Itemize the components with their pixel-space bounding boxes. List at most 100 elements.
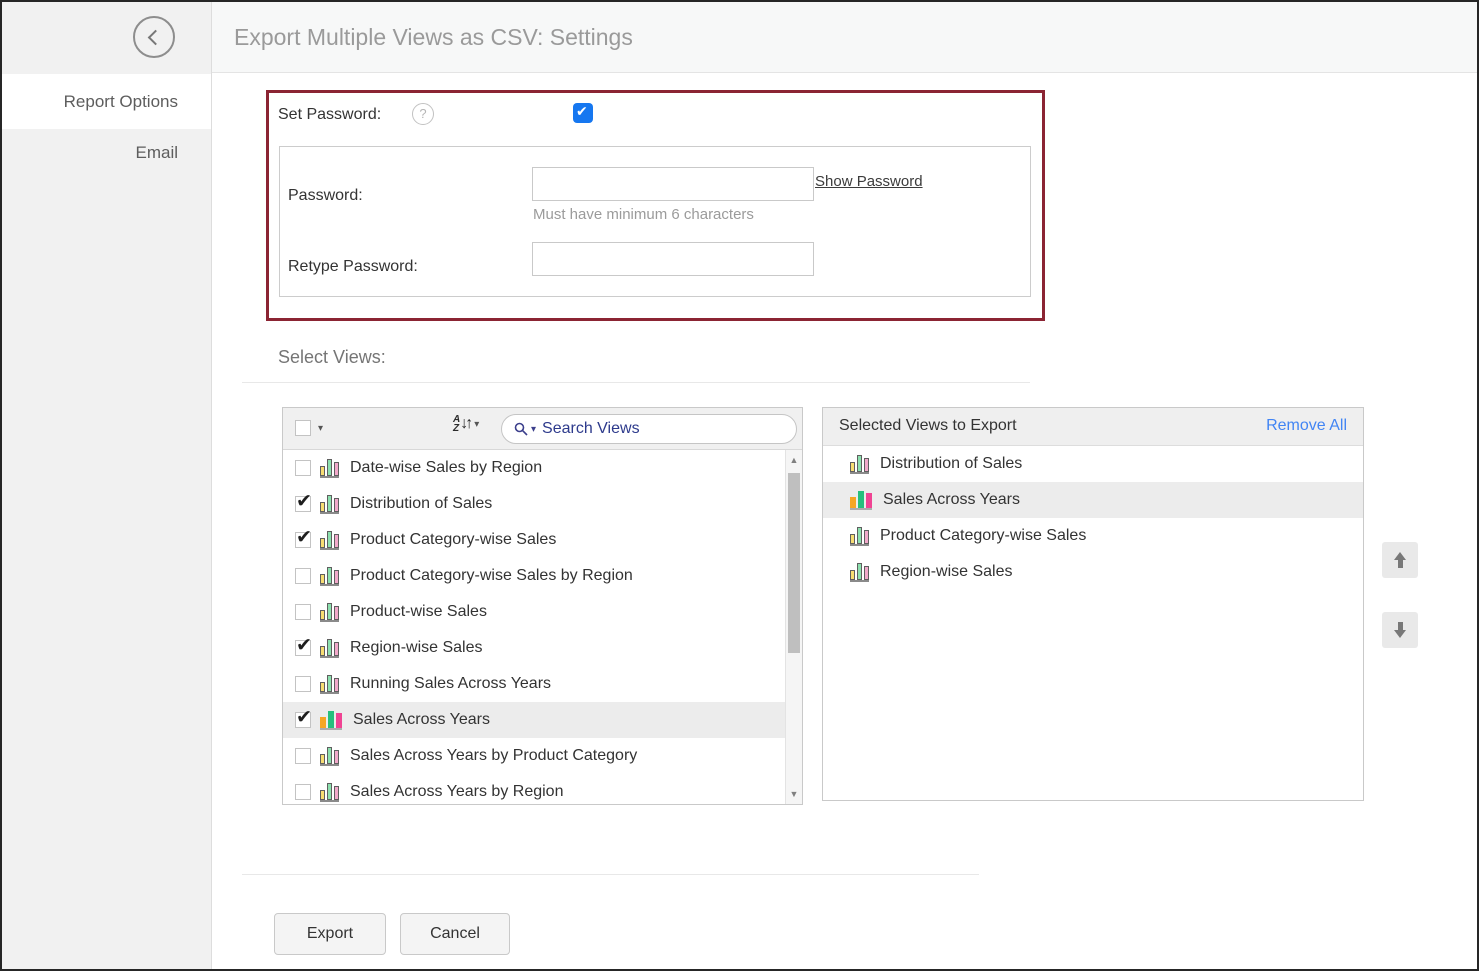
view-list-item[interactable]: Date-wise Sales by Region — [283, 450, 787, 486]
password-input[interactable] — [532, 167, 814, 201]
bar-chart-icon — [320, 783, 339, 802]
view-list-item[interactable]: Sales Across Years — [283, 702, 787, 738]
view-label: Sales Across Years by Product Category — [350, 747, 637, 765]
sort-icon[interactable]: AZ ↓↑ ▾ — [453, 415, 479, 433]
sidebar-item-email[interactable]: Email — [2, 129, 211, 177]
search-input[interactable] — [542, 416, 796, 442]
view-label: Sales Across Years — [883, 491, 1020, 509]
bar-chart-icon — [850, 563, 869, 582]
view-list-item[interactable]: Distribution of Sales — [283, 486, 787, 522]
arrow-down-stem — [1398, 622, 1403, 630]
password-section: Set Password: ? Password: Show Password … — [266, 90, 1045, 321]
scroll-down-icon[interactable]: ▼ — [786, 789, 802, 799]
view-list-item[interactable]: Sales Across Years by Region — [283, 774, 787, 805]
select-views-label: Select Views: — [278, 347, 386, 368]
view-label: Date-wise Sales by Region — [350, 459, 542, 477]
footer-divider — [242, 874, 979, 875]
set-password-checkbox[interactable] — [573, 103, 593, 123]
password-fields-box: Password: Show Password Must have minimu… — [279, 146, 1031, 297]
search-icon[interactable] — [514, 422, 528, 436]
arrow-down-icon — [1394, 630, 1406, 638]
view-label: Product Category-wise Sales — [880, 527, 1086, 545]
view-label: Product-wise Sales — [350, 603, 487, 621]
sidebar-item-report-options[interactable]: Report Options — [2, 74, 211, 129]
remove-all-link[interactable]: Remove All — [1266, 417, 1347, 435]
arrow-up-stem — [1398, 560, 1403, 568]
page-title: Export Multiple Views as CSV: Settings — [212, 2, 1477, 73]
show-password-link[interactable]: Show Password — [815, 173, 923, 190]
view-label: Distribution of Sales — [350, 495, 492, 513]
view-label: Region-wise Sales — [350, 639, 483, 657]
move-up-button[interactable] — [1382, 542, 1418, 578]
view-list-item[interactable]: Product-wise Sales — [283, 594, 787, 630]
selected-views-panel: Selected Views to Export Remove All Dist… — [822, 407, 1364, 801]
bar-chart-icon — [320, 639, 339, 658]
view-checkbox[interactable] — [295, 676, 311, 692]
set-password-label: Set Password: — [278, 106, 381, 124]
view-checkbox[interactable] — [295, 748, 311, 764]
view-checkbox[interactable] — [295, 532, 311, 548]
section-divider — [242, 382, 1030, 383]
bar-chart-icon — [850, 455, 869, 474]
selected-views-header: Selected Views to Export Remove All — [823, 408, 1363, 446]
selected-view-item[interactable]: Sales Across Years — [823, 482, 1363, 518]
header-bar: Export Multiple Views as CSV: Settings — [212, 2, 1477, 73]
bar-chart-icon — [320, 495, 339, 514]
search-box: ▾ — [501, 414, 797, 444]
selected-views-title: Selected Views to Export — [839, 417, 1017, 435]
back-button[interactable] — [133, 16, 175, 58]
search-options-dropdown-icon[interactable]: ▾ — [531, 424, 536, 435]
selected-view-item[interactable]: Product Category-wise Sales — [823, 518, 1363, 554]
view-list-item[interactable]: Region-wise Sales — [283, 630, 787, 666]
selected-view-item[interactable]: Region-wise Sales — [823, 554, 1363, 590]
view-label: Distribution of Sales — [880, 455, 1022, 473]
view-label: Product Category-wise Sales by Region — [350, 567, 633, 585]
bar-chart-icon — [320, 747, 339, 766]
bar-chart-icon — [320, 459, 339, 478]
retype-password-input[interactable] — [532, 242, 814, 276]
selected-view-item[interactable]: Distribution of Sales — [823, 446, 1363, 482]
retype-password-label: Retype Password: — [288, 258, 418, 276]
bar-chart-icon — [320, 567, 339, 586]
view-checkbox[interactable] — [295, 496, 311, 512]
views-list-header: ▾ AZ ↓↑ ▾ ▾ — [283, 408, 802, 450]
view-label: Running Sales Across Years — [350, 675, 551, 693]
export-button[interactable]: Export — [274, 913, 386, 955]
scroll-up-icon[interactable]: ▲ — [786, 455, 802, 465]
available-views-panel: ▾ AZ ↓↑ ▾ ▾ Date-wise Sales by Region Dis… — [282, 407, 803, 805]
help-icon[interactable]: ? — [412, 103, 434, 125]
chevron-left-icon — [148, 30, 164, 46]
view-checkbox[interactable] — [295, 568, 311, 584]
password-label: Password: — [288, 187, 363, 205]
view-list-item[interactable]: Product Category-wise Sales by Region — [283, 558, 787, 594]
view-list-item[interactable]: Running Sales Across Years — [283, 666, 787, 702]
bar-chart-icon — [850, 527, 869, 546]
view-checkbox[interactable] — [295, 712, 311, 728]
scrollbar-thumb[interactable] — [788, 473, 800, 653]
bar-chart-icon — [320, 531, 339, 550]
view-label: Sales Across Years — [353, 711, 490, 729]
view-checkbox[interactable] — [295, 460, 311, 476]
view-label: Sales Across Years by Region — [350, 783, 563, 801]
views-scrollbar[interactable]: ▲ ▼ — [785, 450, 802, 804]
select-all-checkbox[interactable] — [295, 420, 311, 436]
view-label: Product Category-wise Sales — [350, 531, 556, 549]
move-down-button[interactable] — [1382, 612, 1418, 648]
view-checkbox[interactable] — [295, 604, 311, 620]
views-list: Date-wise Sales by Region Distribution of… — [283, 450, 802, 805]
view-checkbox[interactable] — [295, 784, 311, 800]
bar-chart-icon — [320, 675, 339, 694]
select-all-dropdown-icon[interactable]: ▾ — [318, 423, 323, 434]
view-list-item[interactable]: Product Category-wise Sales — [283, 522, 787, 558]
bar-chart-icon — [320, 603, 339, 622]
sidebar: Report Options Email — [2, 2, 212, 969]
sort-dropdown-icon: ▾ — [474, 419, 479, 430]
export-settings-dialog: Report Options Email Export Multiple Vie… — [0, 0, 1479, 971]
bar-chart-icon — [850, 491, 872, 510]
bar-chart-icon — [320, 711, 342, 730]
view-checkbox[interactable] — [295, 640, 311, 656]
cancel-button[interactable]: Cancel — [400, 913, 510, 955]
view-list-item[interactable]: Sales Across Years by Product Category — [283, 738, 787, 774]
sort-arrows-icon: ↓↑ — [460, 415, 470, 433]
view-label: Region-wise Sales — [880, 563, 1013, 581]
